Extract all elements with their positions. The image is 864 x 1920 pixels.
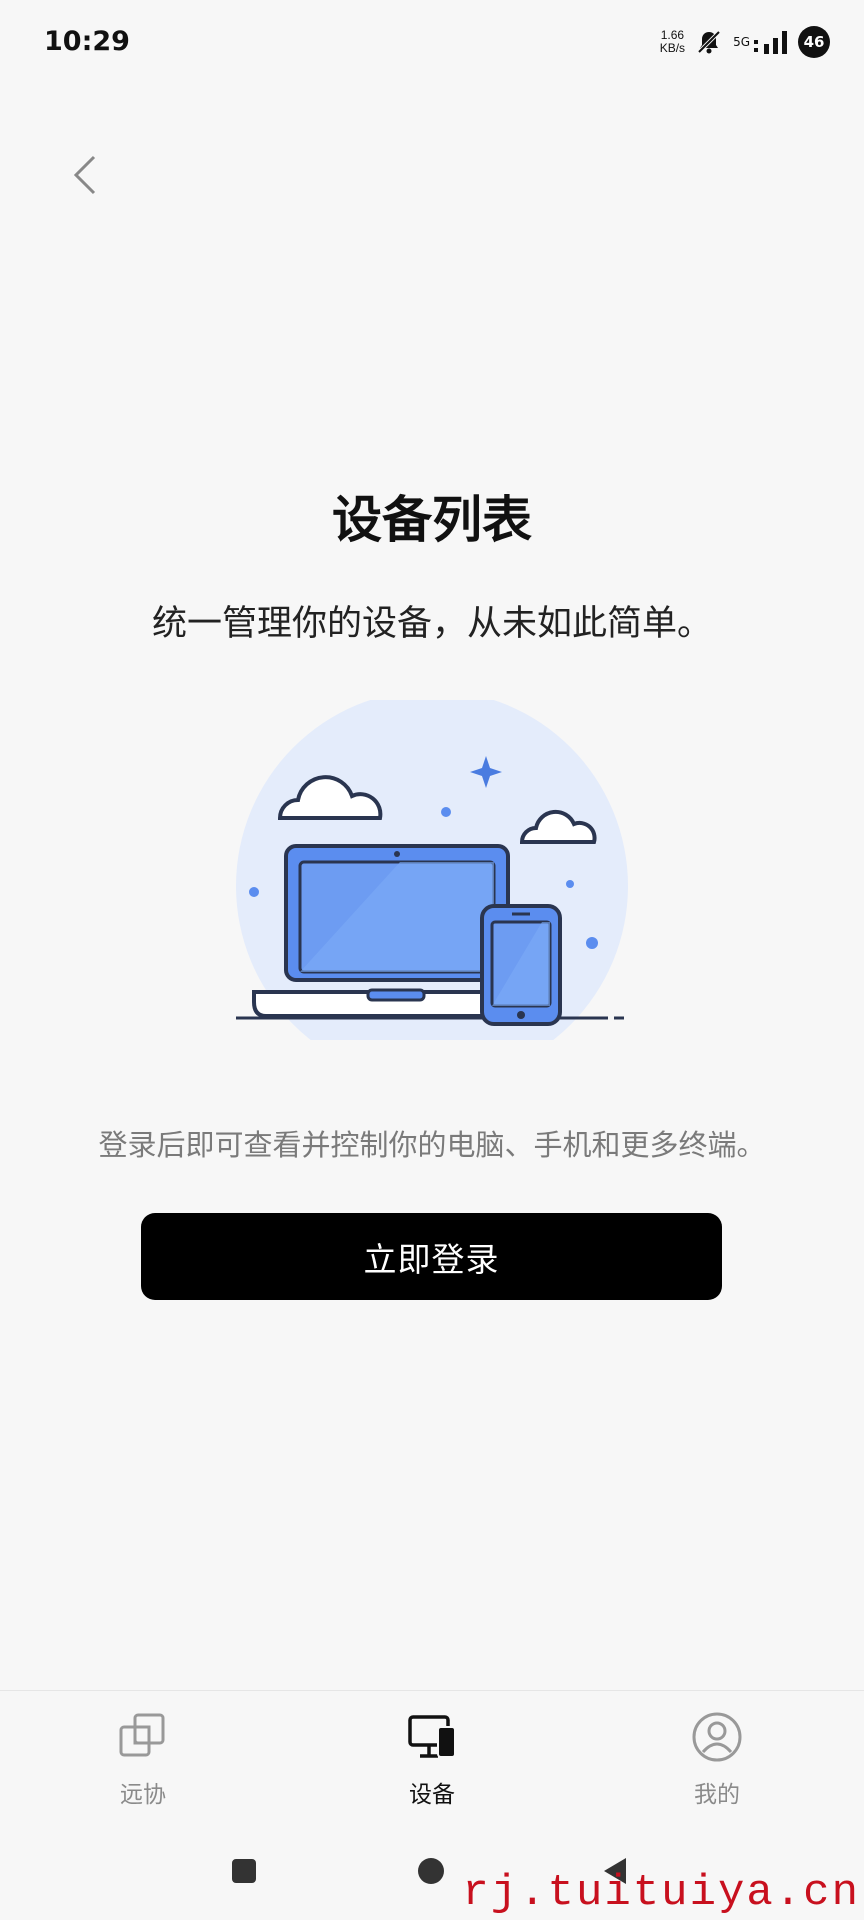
status-bar: 10:29 1.66 KB/s 5G 46 [0,0,864,90]
home-button[interactable] [418,1858,444,1884]
chevron-left-icon [73,155,96,195]
remote-assist-icon [119,1713,165,1757]
signal-type-label: 5G [733,35,750,49]
status-time: 10:29 [44,26,130,57]
watermark-text: rj.tuituiya.cn [462,1868,860,1918]
battery-indicator: 46 [798,26,830,58]
network-speed-unit: KB/s [659,41,686,55]
signal-strength-icon [754,31,787,54]
tab-label: 设备 [409,1782,455,1808]
profile-icon [692,1712,742,1762]
recent-apps-button[interactable] [232,1859,256,1883]
tab-remote-assist[interactable]: 远协 [73,1699,213,1809]
devices-icon [408,1715,456,1758]
devices-illustration [236,700,628,1040]
bell-muted-icon [697,30,721,54]
network-speed: 1.66 KB/s [660,29,685,55]
status-icons: 1.66 KB/s 5G 46 [660,26,830,58]
tab-profile[interactable]: 我的 [647,1699,787,1809]
login-hint: 登录后即可查看并控制你的电脑、手机和更多终端。 [98,1128,766,1162]
tab-label: 我的 [694,1782,740,1808]
tab-label: 远协 [120,1782,166,1808]
tab-devices[interactable]: 设备 [362,1699,502,1809]
login-button[interactable]: 立即登录 [141,1213,722,1300]
page-title: 设备列表 [332,491,532,549]
back-button[interactable] [60,150,110,200]
bottom-tab-bar: 远协 设备 我的 [0,1690,864,1816]
page-subtitle: 统一管理你的设备，从未如此简单。 [151,604,712,644]
